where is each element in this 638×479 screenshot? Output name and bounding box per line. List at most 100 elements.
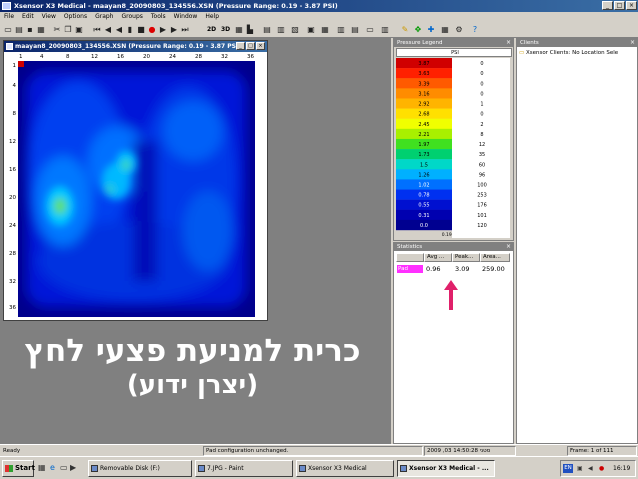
grid-view-icon[interactable]: ▦ [234,25,244,35]
y-tick: 12 [9,139,16,145]
legend-level-count: 12 [479,142,485,148]
start-button[interactable]: Start [2,460,35,477]
open-folder-icon[interactable]: ▤ [14,25,24,35]
tray-alert-icon[interactable]: ● [599,461,604,476]
legend-level-count: 253 [477,193,487,199]
stats-header-avg[interactable]: Avg ... [424,253,452,262]
start-label: Start [15,464,35,472]
table-icon[interactable]: ▤ [262,25,272,35]
paste-icon[interactable]: ▣ [74,25,84,35]
view-3d-button[interactable]: 3D [221,26,230,33]
legend-unit: PSI [451,50,459,56]
task-removable-disk[interactable]: Removable Disk (F:) [88,460,192,477]
stats-header-peak[interactable]: Peak... [452,253,480,262]
print-icon[interactable]: ▦ [36,25,46,35]
menu-graph[interactable]: Graph [95,12,113,22]
cut-icon[interactable]: ✂ [52,25,62,35]
clients-tree-item[interactable]: ▭ Xsensor Clients: No Location Sele [519,50,618,56]
stats-close-icon[interactable]: × [506,243,511,251]
list-icon[interactable]: ▭ [365,25,375,35]
menu-help[interactable]: Help [205,12,219,22]
x-tick: 12 [91,54,98,60]
new-file-icon[interactable]: ▭ [3,25,13,35]
tile-icon[interactable]: ▧ [290,25,300,35]
legend-level-count: 35 [479,152,485,158]
step-forward-icon[interactable]: ▶ [169,25,179,35]
clients-item-label: Xsensor Clients: No Location Sele [525,50,619,56]
menu-bar: File Edit View Options Graph Groups Tool… [0,12,638,22]
tray-network-icon[interactable]: ▣ [577,461,583,476]
child-minimize-button[interactable]: _ [236,42,245,50]
step-back-icon[interactable]: ◀ [103,25,113,35]
play-icon[interactable]: ▶ [158,25,168,35]
menu-tools[interactable]: Tools [151,12,166,22]
task-paint[interactable]: 7.JPG - Paint [195,460,293,477]
toolbar: ▭ ▤ ▪ ▦ ✂ ❐ ▣ ⏮ ◀ ◀ ▮ ■ ● ▶ ▶ ⏭ 2D 3D ▦ … [0,22,638,38]
compare-icon[interactable]: ▦ [440,25,450,35]
rewind-icon[interactable]: ◀ [114,25,124,35]
pressure-map-window[interactable]: maayan8_20090803_134556.XSN (Pressure Ra… [3,40,268,321]
menu-edit[interactable]: Edit [22,12,34,22]
folder-icon: ▭ [519,50,525,56]
pressure-map-image[interactable] [18,61,255,317]
split-icon[interactable]: ▤ [350,25,360,35]
statistics-title: Statistics [394,243,513,251]
quicklaunch-desktop-icon[interactable]: ▦ [38,463,46,472]
minimize-button[interactable]: _ [602,1,613,10]
clock[interactable]: 16:19 [613,461,630,476]
quicklaunch-folder-icon[interactable]: ▭ [60,463,68,472]
stats-header-blank [396,253,424,262]
quicklaunch-browser-icon[interactable]: e [50,463,55,472]
maximize-button[interactable]: □ [614,1,625,10]
copy-icon[interactable]: ❐ [63,25,73,35]
y-tick: 32 [9,279,16,285]
legend-level-value: 0.55 [418,203,429,209]
task-label: 7.JPG - Paint [207,465,244,472]
x-tick: 16 [117,54,124,60]
legend-count-column: 0 0 0 0 1 0 2 8 12 35 60 96 100 253 176 101 120 [452,58,510,238]
pause-icon[interactable]: ▮ [125,25,135,35]
child-maximize-button[interactable]: □ [246,42,255,50]
save-icon[interactable]: ▪ [25,25,35,35]
stop-icon[interactable]: ■ [136,25,146,35]
calibrate-icon[interactable]: ✚ [426,25,436,35]
skip-start-icon[interactable]: ⏮ [92,25,102,35]
stats-row-label[interactable]: Pad [397,265,423,273]
panel-icon[interactable]: ▥ [336,25,346,35]
help-icon[interactable]: ? [470,25,480,35]
grid-icon[interactable]: ▦ [320,25,330,35]
menu-groups[interactable]: Groups [121,12,142,22]
legend-level-count: 0 [480,71,483,77]
task-xsensor-2[interactable]: Xsensor X3 Medical - ... [397,460,495,477]
layout-icon[interactable]: ▥ [276,25,286,35]
tray-volume-icon[interactable]: ◀ [588,461,593,476]
x-tick: 20 [143,54,150,60]
child-close-button[interactable]: × [256,42,265,50]
record-icon[interactable]: ● [147,25,157,35]
columns-icon[interactable]: ▥ [380,25,390,35]
settings-icon[interactable]: ⚙ [454,25,464,35]
language-indicator[interactable]: EN [563,464,573,473]
legend-level-value: 3.87 [418,61,429,67]
arrows-icon[interactable]: ✥ [413,25,423,35]
legend-level-count: 60 [479,162,485,168]
close-button[interactable]: × [626,1,637,10]
quicklaunch-media-icon[interactable]: ▶ [70,463,76,472]
window-icon[interactable]: ▣ [306,25,316,35]
legend-level-count: 8 [480,132,483,138]
clients-close-icon[interactable]: × [630,39,635,47]
skip-end-icon[interactable]: ⏭ [180,25,190,35]
paint-icon [198,465,205,472]
pen-icon[interactable]: ✎ [400,25,410,35]
bar-graph-icon[interactable]: ▙ [245,25,255,35]
task-xsensor-1[interactable]: Xsensor X3 Medical [296,460,394,477]
menu-file[interactable]: File [4,12,14,22]
menu-window[interactable]: Window [174,12,198,22]
stats-header-area[interactable]: Area... [480,253,510,262]
legend-close-icon[interactable]: × [506,39,511,47]
legend-color-scale: 3.87 3.63 3.39 3.16 2.92 2.68 2.45 2.21 1.97 1.73… [396,58,452,238]
menu-view[interactable]: View [42,12,56,22]
menu-options[interactable]: Options [64,12,87,22]
view-2d-button[interactable]: 2D [207,26,216,33]
legend-level-count: 0 [480,81,483,87]
